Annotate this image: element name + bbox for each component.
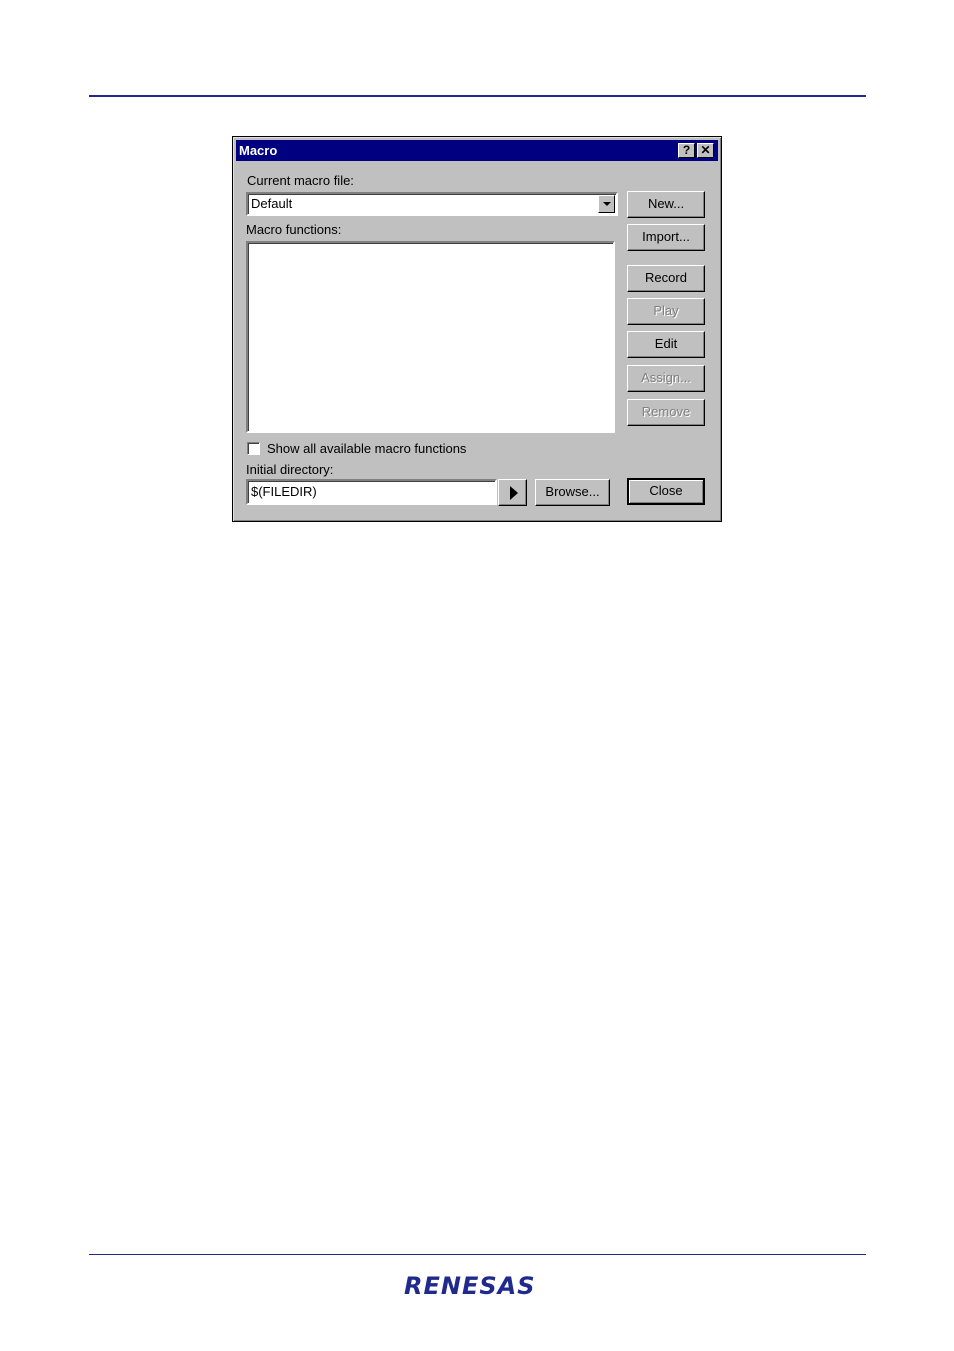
play-arrow-icon[interactable] bbox=[498, 479, 527, 506]
show-all-label[interactable]: Show all available macro functions bbox=[267, 441, 466, 456]
initial-directory-value: $(FILEDIR) bbox=[251, 484, 317, 499]
new-button[interactable]: New... bbox=[627, 191, 705, 218]
play-button[interactable]: Play bbox=[627, 298, 705, 325]
remove-button[interactable]: Remove bbox=[627, 399, 705, 426]
current-macro-file-value: Default bbox=[251, 196, 293, 211]
help-button[interactable]: ? bbox=[678, 143, 695, 158]
title-bar[interactable]: Macro ? ✕ bbox=[236, 140, 718, 161]
current-macro-file-label: Current macro file: bbox=[247, 173, 354, 188]
footer-rule bbox=[89, 1254, 866, 1255]
renesas-logo: RENESAS bbox=[404, 1272, 536, 1300]
record-button[interactable]: Record bbox=[627, 265, 705, 292]
close-button[interactable]: Close bbox=[627, 478, 705, 505]
current-macro-file-combo[interactable]: Default bbox=[246, 192, 618, 216]
macro-functions-list[interactable] bbox=[246, 241, 615, 433]
close-icon[interactable]: ✕ bbox=[697, 143, 714, 158]
edit-button[interactable]: Edit bbox=[627, 331, 705, 358]
dialog-title: Macro bbox=[239, 143, 278, 158]
assign-button[interactable]: Assign... bbox=[627, 365, 705, 392]
show-all-checkbox[interactable] bbox=[247, 442, 260, 455]
header-rule bbox=[89, 95, 866, 97]
initial-directory-label: Initial directory: bbox=[246, 462, 334, 477]
macro-functions-label: Macro functions: bbox=[246, 222, 342, 237]
browse-button[interactable]: Browse... bbox=[535, 479, 610, 506]
macro-dialog: Macro ? ✕ Current macro file: Default Ma… bbox=[232, 136, 722, 522]
chevron-down-icon[interactable] bbox=[598, 195, 615, 213]
initial-directory-input[interactable]: $(FILEDIR) bbox=[246, 479, 497, 505]
import-button[interactable]: Import... bbox=[627, 224, 705, 251]
